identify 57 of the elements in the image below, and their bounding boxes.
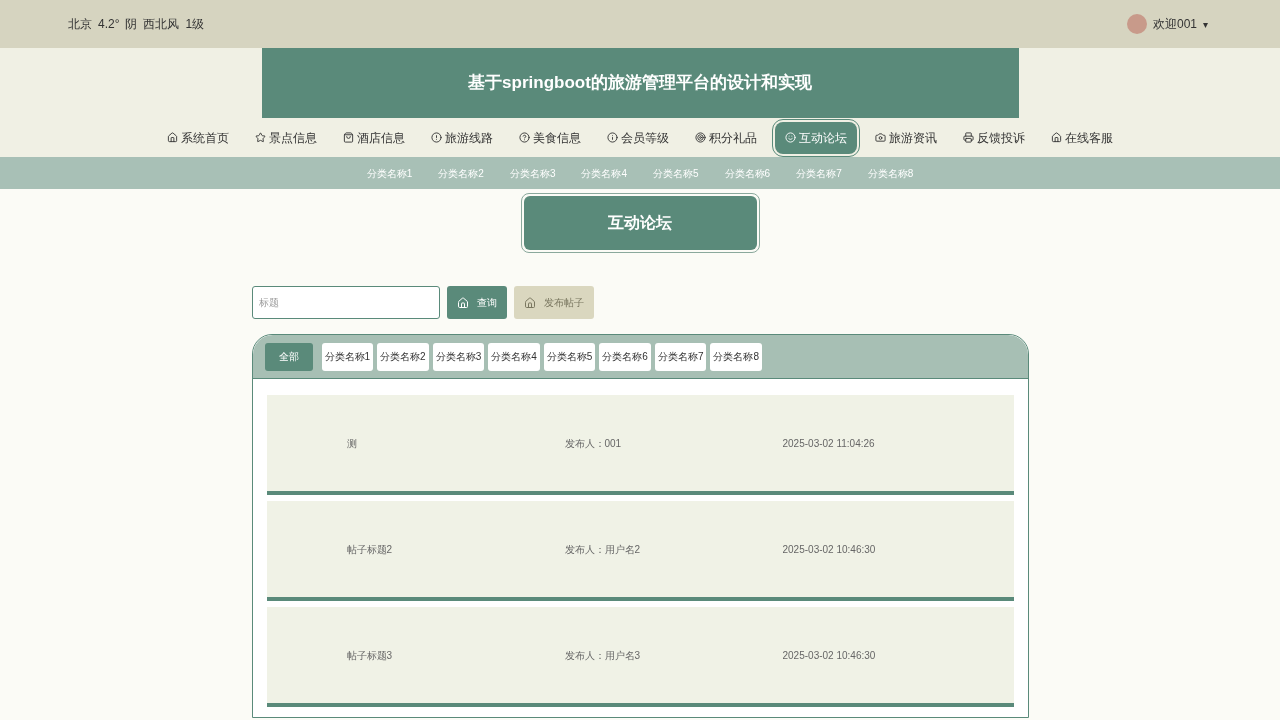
smile-icon xyxy=(785,132,796,143)
weather-text: 4.2° xyxy=(98,16,120,33)
post-time: 2025-03-02 11:04:26 xyxy=(782,436,875,451)
avatar[interactable] xyxy=(1126,14,1147,34)
nav-tab[interactable]: 酒店信息 xyxy=(335,121,413,154)
nav-tab[interactable]: 互动论坛 xyxy=(775,121,857,154)
info-icon xyxy=(607,132,618,143)
nav-tab[interactable]: 景点信息 xyxy=(247,121,325,154)
weather-text: 北京 xyxy=(68,16,92,33)
search-field[interactable]: 标题 xyxy=(251,286,440,319)
weather-text: 阴 xyxy=(125,16,138,33)
category-tab[interactable]: 分类名称2 xyxy=(377,342,429,371)
nav-tab[interactable]: 积分礼品 xyxy=(687,121,765,154)
site-title: 基于springboot的旅游管理平台的设计和实现 xyxy=(261,48,1019,118)
nav-tab[interactable]: 系统首页 xyxy=(159,121,237,154)
home-icon xyxy=(1051,132,1062,143)
post-author: 发布人：用户名2 xyxy=(564,542,642,557)
post-title: 帖子标题2 xyxy=(345,542,394,557)
weather-text: 西北风 xyxy=(143,16,180,33)
category-tab[interactable]: 分类名称8 xyxy=(710,342,762,371)
post-title: 帖子标题3 xyxy=(345,648,394,663)
post-author: 发布人：用户名3 xyxy=(564,648,642,663)
home-icon xyxy=(456,296,469,309)
post-row[interactable]: 帖子标题2 发布人：用户名2 2025-03-02 10:46:30 xyxy=(266,501,1014,601)
nav-tab[interactable]: 反馈投诉 xyxy=(955,121,1033,154)
target-icon xyxy=(695,132,706,143)
post-title: 测 xyxy=(345,436,358,451)
nav-tab[interactable]: 旅游线路 xyxy=(423,121,501,154)
query-button[interactable]: 查询 xyxy=(446,286,507,319)
home-icon xyxy=(523,296,536,309)
nav-tab[interactable]: 会员等级 xyxy=(599,121,677,154)
category-tab[interactable]: 分类名称7 xyxy=(654,342,707,371)
category-tab[interactable]: 分类名称5 xyxy=(543,342,596,371)
post-author: 发布人：001 xyxy=(564,436,623,451)
bag-icon xyxy=(343,132,354,143)
category-tab[interactable]: 分类名称3 xyxy=(432,342,485,371)
post-row[interactable]: 测 发布人：001 2025-03-02 11:04:26 xyxy=(266,395,1014,495)
weather-text: 1级 xyxy=(185,16,205,33)
category-tab[interactable]: 分类名称6 xyxy=(599,342,651,371)
camera-icon xyxy=(875,132,886,143)
post-time: 2025-03-02 10:46:30 xyxy=(782,542,876,557)
home-icon xyxy=(167,132,178,143)
category-tab[interactable]: 分类名称4 xyxy=(488,342,540,371)
category-tab[interactable]: 分类名称1 xyxy=(321,342,374,371)
alert-icon xyxy=(431,132,442,143)
user-menu[interactable]: 欢迎001 xyxy=(1152,15,1197,33)
post-time: 2025-03-02 10:46:30 xyxy=(782,648,876,663)
post-row[interactable]: 帖子标题3 发布人：用户名3 2025-03-02 10:46:30 xyxy=(266,607,1014,707)
star-icon xyxy=(255,132,266,143)
nav-tab[interactable]: 美食信息 xyxy=(511,121,589,154)
caret-icon: ▾ xyxy=(1203,16,1208,32)
nav-tab[interactable]: 旅游资讯 xyxy=(867,121,945,154)
category-tab[interactable]: 全部 xyxy=(264,342,313,371)
page-title: 互动论坛 xyxy=(523,196,757,250)
help-icon xyxy=(519,132,530,143)
printer-icon xyxy=(963,132,974,143)
nav-tab[interactable]: 在线客服 xyxy=(1043,121,1121,154)
